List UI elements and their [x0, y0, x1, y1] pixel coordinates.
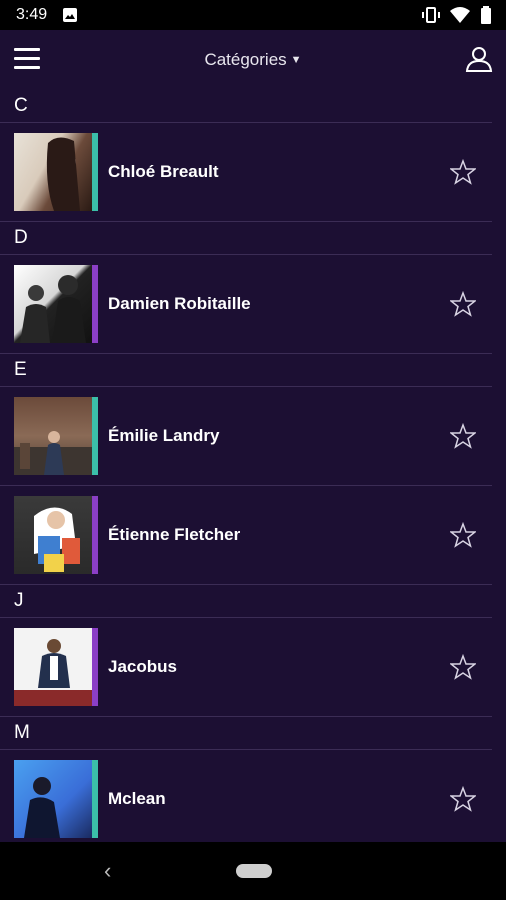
status-bar: 3:49 [0, 0, 506, 30]
favorite-star-icon[interactable] [450, 159, 476, 185]
section-header: J [0, 585, 492, 618]
home-pill[interactable] [236, 864, 272, 878]
menu-icon[interactable] [14, 48, 40, 70]
favorite-star-icon[interactable] [450, 291, 476, 317]
section-header: C [0, 90, 492, 123]
favorite-star-icon[interactable] [450, 786, 476, 812]
favorite-star-icon[interactable] [450, 423, 476, 449]
accent-bar [92, 496, 98, 574]
accent-bar [92, 397, 98, 475]
list-item[interactable]: Mclean [0, 750, 492, 848]
image-notification-icon [63, 8, 78, 22]
artist-photo [14, 760, 92, 838]
favorite-star-icon[interactable] [450, 522, 476, 548]
artist-name: Damien Robitaille [108, 294, 251, 313]
accent-bar [92, 265, 98, 343]
app-bar: Catégories ▼ [0, 30, 506, 90]
artist-photo [14, 496, 92, 574]
status-icons [422, 6, 492, 24]
caret-down-icon: ▼ [290, 54, 302, 66]
status-time: 3:49 [16, 6, 48, 23]
artist-photo [14, 397, 92, 475]
favorite-star-icon[interactable] [450, 654, 476, 680]
vibrate-icon [422, 7, 440, 23]
artist-name: Chloé Breault [108, 162, 219, 181]
artist-photo [14, 265, 92, 343]
list-item[interactable]: Chloé Breault [0, 123, 492, 222]
profile-icon[interactable] [464, 44, 494, 74]
back-icon[interactable]: ‹ [104, 858, 111, 884]
list-item[interactable]: Émilie Landry [0, 387, 492, 486]
artist-photo [14, 133, 92, 211]
accent-bar [92, 760, 98, 838]
section-header: D [0, 222, 492, 255]
artist-name: Émilie Landry [108, 426, 220, 445]
system-nav-bar: ‹ [0, 842, 506, 900]
artist-name: Étienne Fletcher [108, 525, 241, 544]
artist-photo [14, 628, 92, 706]
list-item[interactable]: Jacobus [0, 618, 492, 717]
accent-bar [92, 628, 98, 706]
artist-name: Mclean [108, 789, 166, 808]
wifi-icon [450, 7, 470, 23]
accent-bar [92, 133, 98, 211]
artist-list: C Chloé Breault D Damien Robitaille E Ém… [0, 90, 506, 848]
categories-dropdown[interactable]: Catégories ▼ [193, 50, 313, 70]
section-header: M [0, 717, 492, 750]
list-item[interactable]: Étienne Fletcher [0, 486, 492, 585]
section-header: E [0, 354, 492, 387]
battery-icon [481, 6, 491, 24]
artist-name: Jacobus [108, 657, 177, 676]
list-item[interactable]: Damien Robitaille [0, 255, 492, 354]
categories-label: Catégories [204, 50, 287, 69]
